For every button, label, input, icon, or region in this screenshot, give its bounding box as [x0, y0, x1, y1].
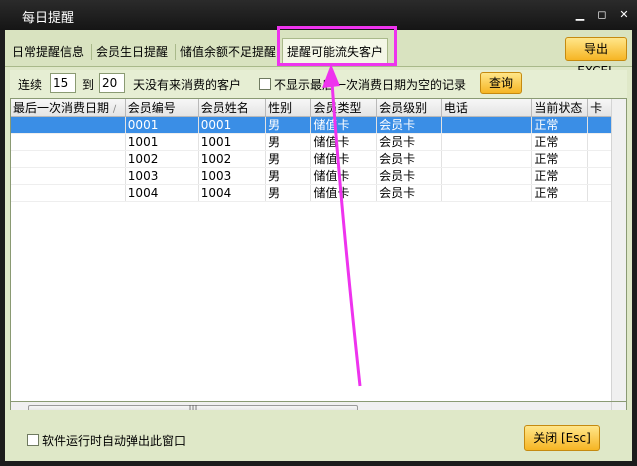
cell-phone	[441, 184, 533, 202]
cell-member-type: 储值卡	[310, 116, 378, 134]
table-header-row: 最后一次消费日期 ∕ 会员编号 会员姓名 性别 会员类型 会员级别 电话 当前状…	[11, 99, 626, 117]
cell-member-id: 1003	[125, 167, 199, 185]
cell-member-type: 储值卡	[310, 133, 378, 151]
cell-status: 正常	[531, 133, 589, 151]
tab-low-balance-reminder[interactable]: 储值余额不足提醒	[176, 40, 280, 64]
window-title: 每日提醒	[22, 11, 75, 26]
cell-member-name: 0001	[198, 116, 267, 134]
maximize-button[interactable]: ◻	[595, 8, 609, 22]
cell-phone	[441, 167, 533, 185]
cell-member-name: 1002	[198, 150, 267, 168]
cell-gender: 男	[265, 184, 312, 202]
cell-status: 正常	[531, 116, 589, 134]
auto-popup-checkbox[interactable]	[27, 434, 39, 446]
col-status[interactable]: 当前状态	[531, 99, 589, 117]
tab-birthday-reminder[interactable]: 会员生日提醒	[92, 40, 172, 64]
cell-gender: 男	[265, 167, 312, 185]
col-last-visit-date[interactable]: 最后一次消费日期 ∕	[11, 99, 126, 117]
table-row[interactable]: 0001 0001 男 储值卡 会员卡 正常	[11, 116, 626, 134]
cell-member-level: 会员卡	[376, 184, 442, 202]
cell-last-visit	[11, 150, 126, 168]
cell-last-visit	[11, 184, 126, 202]
cell-gender: 男	[265, 150, 312, 168]
cell-member-id: 1004	[125, 184, 199, 202]
filter-suffix-label: 天没有来消费的客户	[133, 78, 242, 92]
minimize-button[interactable]: ▁	[573, 8, 587, 22]
cell-member-level: 会员卡	[376, 133, 442, 151]
customer-grid: 最后一次消费日期 ∕ 会员编号 会员姓名 性别 会员类型 会员级别 电话 当前状…	[10, 98, 627, 402]
close-button[interactable]: 关闭 [Esc]	[524, 425, 600, 451]
cell-member-level: 会员卡	[376, 116, 442, 134]
cell-member-name: 1001	[198, 133, 267, 151]
cell-member-level: 会员卡	[376, 167, 442, 185]
hide-empty-checkbox[interactable]	[259, 78, 271, 90]
close-window-button[interactable]: ✕	[617, 8, 631, 22]
cell-gender: 男	[265, 133, 312, 151]
customer-table: 最后一次消费日期 ∕ 会员编号 会员姓名 性别 会员类型 会员级别 电话 当前状…	[11, 99, 626, 202]
cell-member-name: 1003	[198, 167, 267, 185]
cell-last-visit	[11, 133, 126, 151]
cell-member-level: 会员卡	[376, 150, 442, 168]
cell-member-id: 0001	[125, 116, 199, 134]
table-row[interactable]: 1003 1003 男 储值卡 会员卡 正常	[11, 167, 626, 185]
cell-phone	[441, 116, 533, 134]
title-bar: 每日提醒 ▁ ◻ ✕	[0, 0, 637, 30]
col-member-type[interactable]: 会员类型	[310, 99, 378, 117]
col-member-level[interactable]: 会员级别	[376, 99, 442, 117]
cell-member-type: 储值卡	[310, 184, 378, 202]
dialog-body: 日常提醒信息 会员生日提醒 储值余额不足提醒 提醒可能流失客户 导出EXCEL …	[5, 26, 632, 461]
cell-member-type: 储值卡	[310, 150, 378, 168]
cell-last-visit	[11, 116, 126, 134]
col-member-name[interactable]: 会员姓名	[198, 99, 267, 117]
cell-phone	[441, 150, 533, 168]
filter-bar: 连续 15 到 20 天没有来消费的客户 不显示最后一次消费日期为空的记录 查询	[10, 70, 627, 98]
cell-member-type: 储值卡	[310, 167, 378, 185]
auto-popup-label: 软件运行时自动弹出此窗口	[42, 434, 187, 448]
days-to-input[interactable]: 20	[99, 73, 125, 93]
cell-status: 正常	[531, 150, 589, 168]
vertical-scrollbar[interactable]	[611, 99, 626, 401]
tab-daily-reminder[interactable]: 日常提醒信息	[8, 40, 88, 64]
cell-gender: 男	[265, 116, 312, 134]
cell-status: 正常	[531, 184, 589, 202]
col-phone[interactable]: 电话	[441, 99, 533, 117]
table-row[interactable]: 1004 1004 男 储值卡 会员卡 正常	[11, 184, 626, 202]
filter-to-label: 到	[82, 78, 95, 92]
filter-prefix-label: 连续	[18, 78, 43, 92]
days-from-input[interactable]: 15	[50, 73, 76, 93]
table-row[interactable]: 1001 1001 男 储值卡 会员卡 正常	[11, 133, 626, 151]
col-gender[interactable]: 性别	[265, 99, 312, 117]
sort-icon: ∕	[112, 104, 117, 115]
col-header-label: 最后一次消费日期	[13, 101, 110, 115]
col-member-id[interactable]: 会员编号	[125, 99, 199, 117]
dialog-footer: 软件运行时自动弹出此窗口 关闭 [Esc]	[5, 410, 632, 461]
cell-status: 正常	[531, 167, 589, 185]
query-button[interactable]: 查询	[480, 72, 522, 94]
export-excel-button[interactable]: 导出EXCEL	[565, 37, 627, 78]
cell-last-visit	[11, 167, 126, 185]
cell-member-id: 1001	[125, 133, 199, 151]
cell-member-id: 1002	[125, 150, 199, 168]
cell-member-name: 1004	[198, 184, 267, 202]
tab-churn-reminder[interactable]: 提醒可能流失客户	[282, 38, 389, 66]
hide-empty-label: 不显示最后一次消费日期为空的记录	[274, 78, 467, 92]
tab-bar: 日常提醒信息 会员生日提醒 储值余额不足提醒 提醒可能流失客户 导出EXCEL	[5, 26, 632, 78]
table-row[interactable]: 1002 1002 男 储值卡 会员卡 正常	[11, 150, 626, 168]
cell-phone	[441, 133, 533, 151]
